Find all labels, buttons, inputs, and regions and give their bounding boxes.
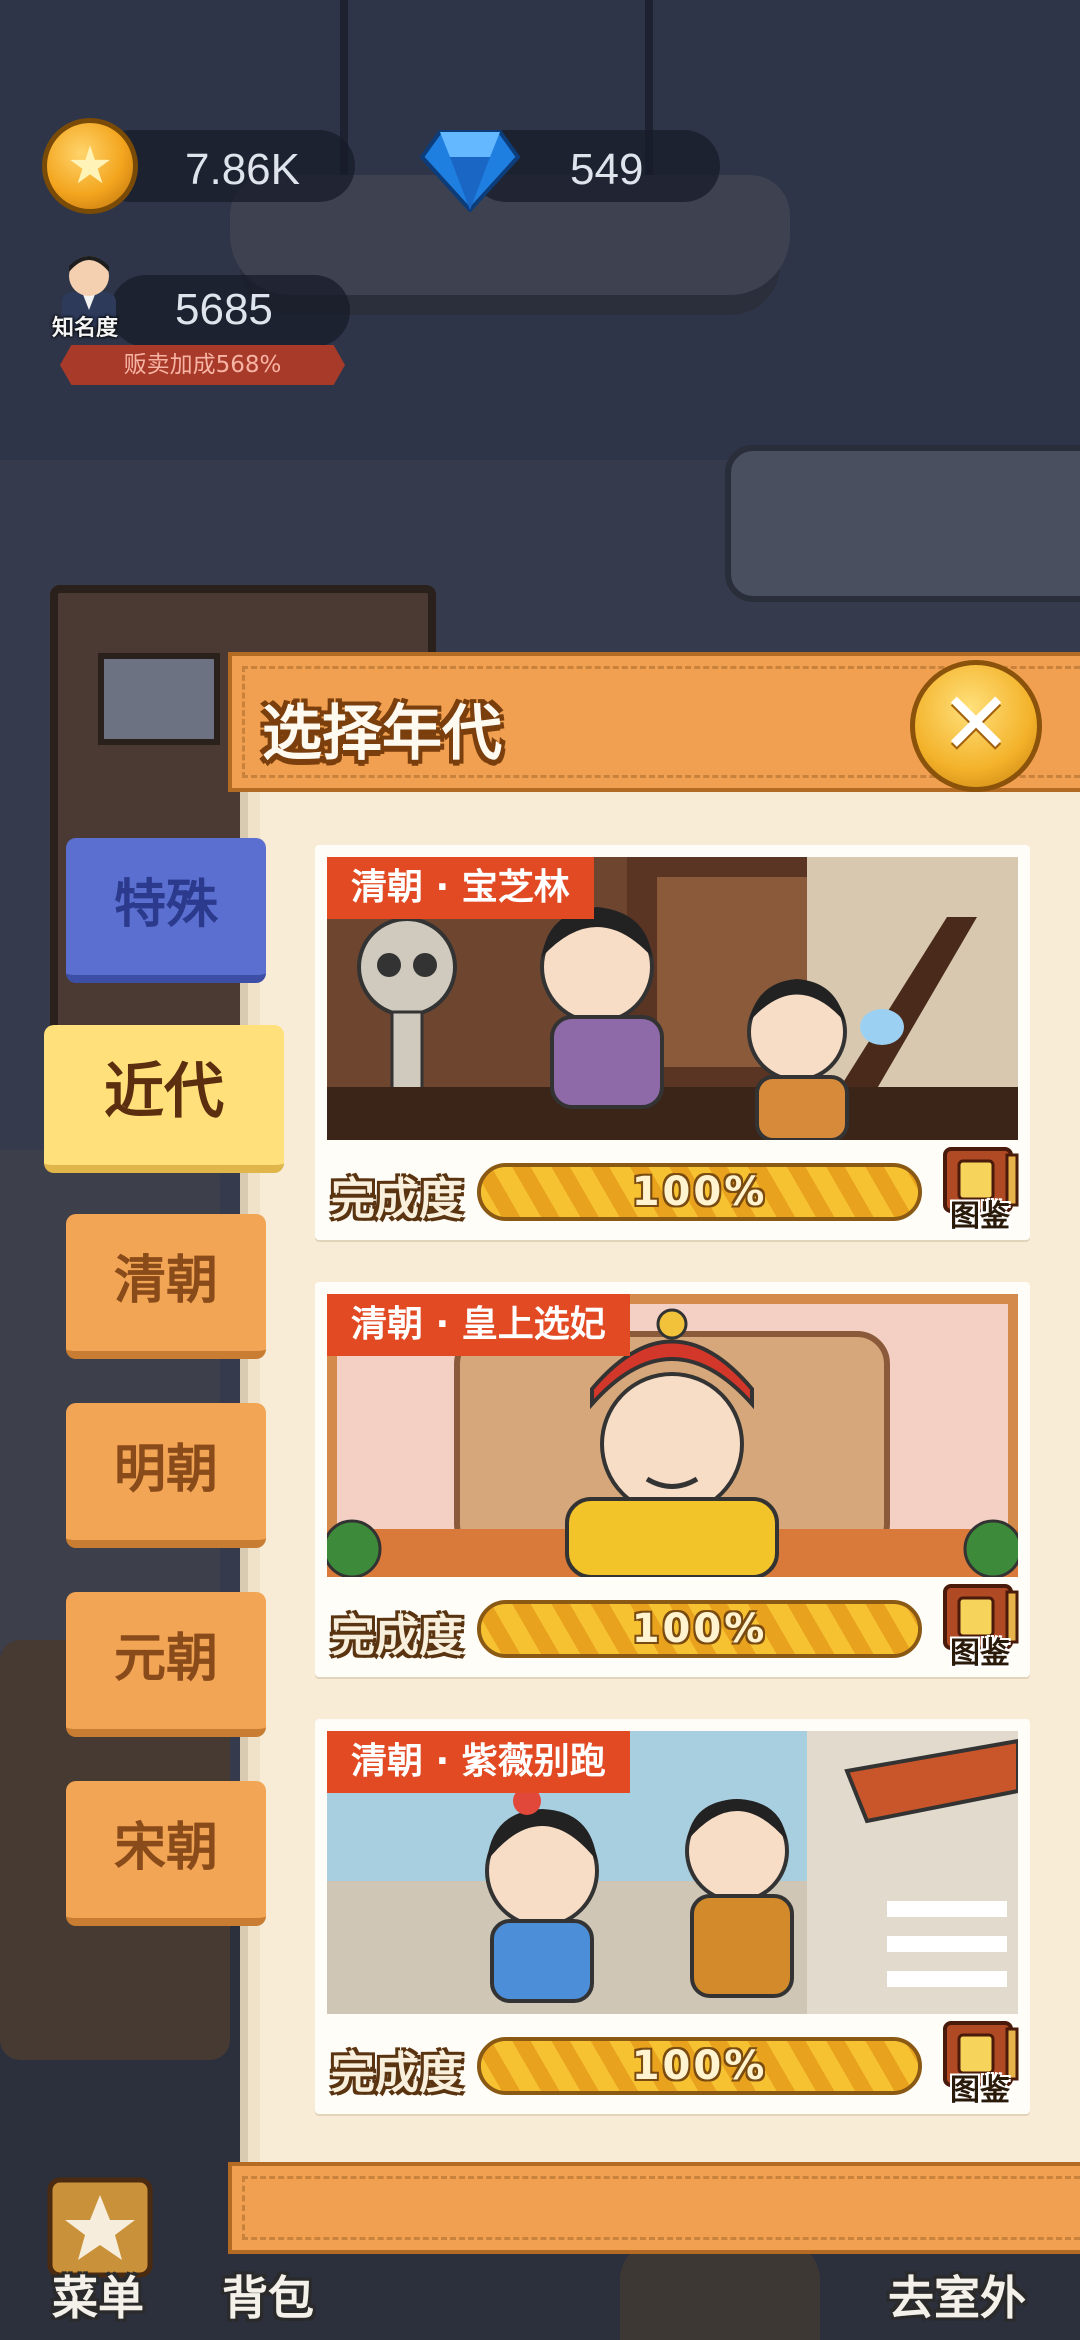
gem-amount: 549 [570,145,644,194]
story-title-tag: 清朝 · 宝芝林 [327,857,594,919]
progress-label: 完成度 [331,1611,463,1662]
gallery-label: 图鉴 [950,1636,1010,1671]
progress-label: 完成度 [331,2048,463,2099]
tab-qing[interactable]: 清朝 [66,1214,266,1359]
door-window [98,653,220,745]
tab-special[interactable]: 特殊 [66,838,266,983]
sales-bonus-ribbon: 贩卖加成568% [60,345,345,385]
story-illustration: 清朝 · 皇上选妃 [327,1294,1018,1577]
gallery-label: 图鉴 [950,1199,1010,1234]
tab-label: 元朝 [113,1629,218,1689]
story-card[interactable]: 清朝 · 紫薇别跑 完成度 100% 图鉴 [315,1719,1030,2114]
menu-button[interactable]: 菜单 [52,2262,144,2328]
close-button[interactable]: ✕ [910,660,1042,792]
footer-stitch [242,2176,1080,2240]
fame-label: 知名度 [52,316,119,341]
progress-bar: 100% [477,1163,922,1221]
progress-bar: 100% [477,2037,922,2095]
gallery-button[interactable]: 图鉴 [937,1145,1023,1235]
tab-ming[interactable]: 明朝 [66,1403,266,1548]
coin-icon: ★ [42,118,138,214]
diamond-icon [420,130,520,212]
story-title-tag: 清朝 · 皇上选妃 [327,1294,630,1356]
panel-title: 选择年代 [262,699,502,769]
tab-label: 明朝 [113,1440,218,1500]
tab-modern[interactable]: 近代 [44,1025,284,1173]
story-illustration: 清朝 · 紫薇别跑 [327,1731,1018,2014]
story-illustration: 清朝 · 宝芝林 [327,857,1018,1140]
tab-label: 宋朝 [113,1818,218,1878]
gallery-label: 图鉴 [950,2073,1010,2108]
air-conditioner [725,445,1080,602]
story-title-tag: 清朝 · 紫薇别跑 [327,1731,630,1793]
bag-button[interactable]: 背包 [222,2262,314,2328]
progress-value: 100% [631,1169,768,1215]
gallery-button[interactable]: 图鉴 [937,2019,1023,2109]
progress-value: 100% [631,1606,768,1652]
gallery-button[interactable]: 图鉴 [937,1582,1023,1672]
go-outdoor-button[interactable]: 去室外 [888,2262,1026,2328]
era-panel-footer [228,2162,1080,2254]
tab-song[interactable]: 宋朝 [66,1781,266,1926]
story-card[interactable]: 清朝 · 宝芝林 完成度 100% 图鉴 [315,845,1030,1240]
background-stool [620,2240,820,2340]
progress-value: 100% [631,2043,768,2089]
tab-label: 特殊 [113,875,218,935]
close-x-icon: ✕ [939,674,1013,774]
progress-label: 完成度 [331,1174,463,1225]
tab-label: 近代 [104,1057,224,1127]
coin-amount: 7.86K [185,145,300,194]
fame-amount: 5685 [175,285,273,334]
story-card[interactable]: 清朝 · 皇上选妃 完成度 100% 图鉴 [315,1282,1030,1677]
tab-yuan[interactable]: 元朝 [66,1592,266,1737]
progress-bar: 100% [477,1600,922,1658]
tab-label: 清朝 [113,1251,218,1311]
